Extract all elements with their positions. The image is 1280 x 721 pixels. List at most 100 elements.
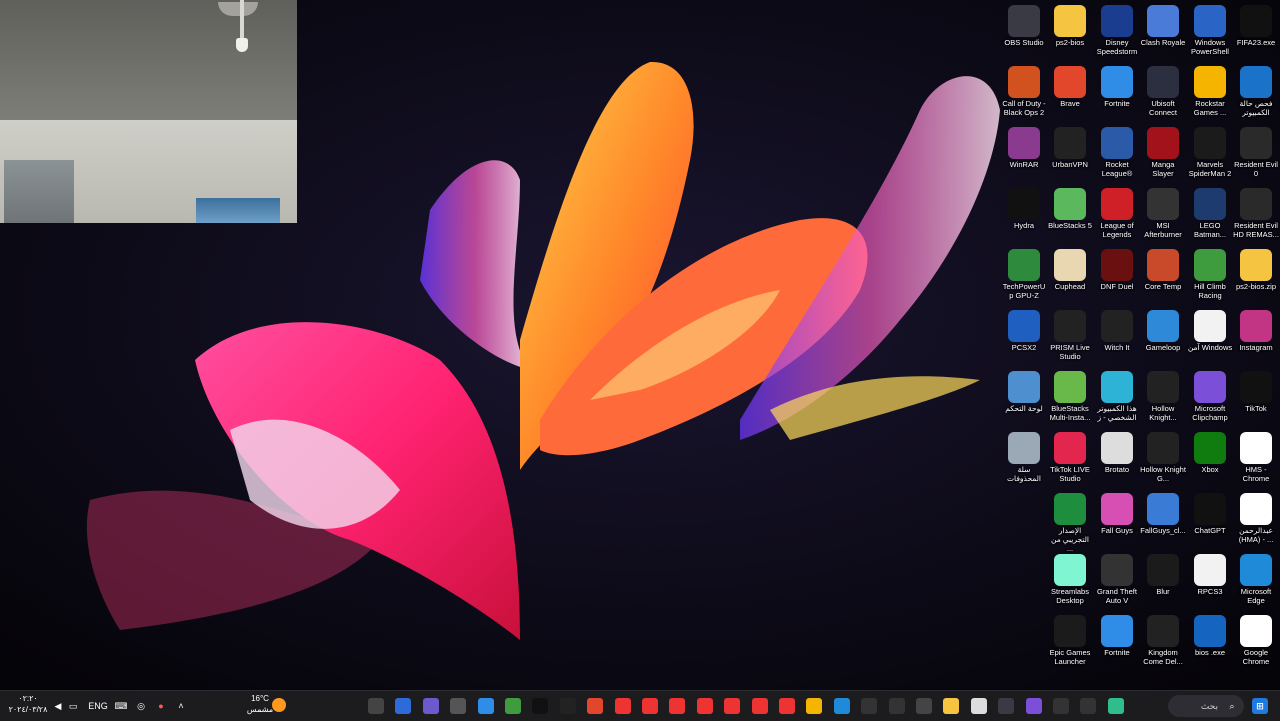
clock[interactable]: ٠٢:٢٠ ٢٠٢٤/٠٣/٢٨ [8,693,48,714]
globe-icon[interactable] [395,698,411,714]
desktop-shortcut[interactable]: Windows PowerShell [1187,2,1233,62]
desktop-shortcut[interactable]: UrbanVPN [1047,124,1093,184]
desktop-shortcut[interactable]: ChatGPT [1187,490,1233,550]
chrome-icon[interactable] [642,698,658,714]
desktop-shortcut[interactable]: سلة المحذوفات [1001,429,1047,489]
chrome-icon[interactable] [724,698,740,714]
desktop-shortcut[interactable]: Epic Games Launcher [1047,612,1093,672]
desktop-shortcut[interactable]: لوحة التحكم [1001,368,1047,428]
task-manager-icon[interactable] [889,698,905,714]
desktop-shortcut[interactable]: Call of Duty - Black Ops 2 [1001,63,1047,123]
chrome-icon[interactable] [752,698,768,714]
desktop-shortcut[interactable]: Hollow Knight... [1140,368,1186,428]
hill-climb-icon[interactable] [505,698,521,714]
keyboard-icon[interactable]: ⌨ [114,696,128,716]
desktop-shortcut[interactable]: Google Chrome [1233,612,1279,672]
network-icon[interactable]: ◎ [134,696,148,716]
desktop-shortcut[interactable]: Disney Speedstorm [1094,2,1140,62]
start-button[interactable]: ⊞ [1252,698,1268,714]
desktop-shortcut[interactable]: BlueStacks Multi-Insta... [1047,368,1093,428]
streamlabs-icon[interactable] [1108,698,1124,714]
chrome-icon[interactable] [697,698,713,714]
desktop-shortcut[interactable]: Kingdom Come Del... [1140,612,1186,672]
desktop-shortcut[interactable]: Grand Theft Auto V [1094,551,1140,611]
desktop-shortcut[interactable]: Fall Guys [1094,490,1140,550]
desktop-shortcut[interactable]: Hill Climb Racing [1187,246,1233,306]
desktop-shortcut[interactable]: HMS - Chrome [1233,429,1279,489]
desktop-shortcut[interactable]: bios .exe [1187,612,1233,672]
xbox-icon[interactable] [1080,698,1096,714]
rockstar-icon[interactable] [806,698,822,714]
desktop-shortcut[interactable]: TechPowerUp GPU-Z [1001,246,1047,306]
tiktok-icon[interactable] [532,698,548,714]
desktop-shortcut[interactable]: Fortnite [1094,612,1140,672]
desktop-shortcut[interactable]: LEGO Batman... [1187,185,1233,245]
brave-icon[interactable] [587,698,603,714]
desktop-shortcut[interactable]: League of Legends [1094,185,1140,245]
language-indicator[interactable]: ENG [86,696,110,716]
desktop-shortcut[interactable]: Ubisoft Connect [1140,63,1186,123]
desktop-shortcut[interactable]: Gameloop [1140,307,1186,367]
chevron-up-icon[interactable]: ˄ [174,696,188,716]
settings-icon[interactable] [450,698,466,714]
desktop-shortcut[interactable]: Brotato [1094,429,1140,489]
desktop-shortcut[interactable]: DNF Duel [1094,246,1140,306]
clipchamp-icon[interactable] [1026,698,1042,714]
display-icon[interactable]: ▭ [66,696,80,716]
desktop-shortcut[interactable]: MSI Afterburner [1140,185,1186,245]
urbanvpn-icon[interactable] [560,698,576,714]
chrome-icon[interactable] [669,698,685,714]
file-explorer-icon[interactable] [943,698,959,714]
desktop-shortcut[interactable]: Microsoft Edge [1233,551,1279,611]
desktop-shortcut[interactable]: Fortnite [1094,63,1140,123]
spider-app-icon[interactable] [368,698,384,714]
desktop-shortcut[interactable]: Instagram [1233,307,1279,367]
desktop-shortcut[interactable]: فحص حالة الكمبيوتر [1233,63,1279,123]
search-icon[interactable]: ⌕ [1224,696,1240,716]
desktop-shortcut[interactable]: Cuphead [1047,246,1093,306]
chrome-icon[interactable] [779,698,795,714]
desktop-shortcut[interactable]: ps2-bios.zip [1233,246,1279,306]
desktop-shortcut[interactable]: Core Temp [1140,246,1186,306]
desktop-shortcut[interactable]: Microsoft Clipchamp [1187,368,1233,428]
desktop-shortcut[interactable]: Manga Slayer [1140,124,1186,184]
desktop-shortcut[interactable]: الإصدار التجريبي من ... [1047,490,1093,553]
desktop-shortcut[interactable]: RPCS3 [1187,551,1233,611]
desktop-shortcut[interactable]: آمن Windows [1187,307,1233,367]
notification-icon[interactable]: ◀ [52,696,64,716]
fortnite-icon[interactable] [478,698,494,714]
desktop-shortcut[interactable]: Xbox [1187,429,1233,489]
desktop-shortcut[interactable]: Hydra [1001,185,1047,245]
desktop-shortcut[interactable]: عبدالرحمن (HMA) - ... [1233,490,1279,550]
notepad-icon[interactable] [971,698,987,714]
desktop-shortcut[interactable]: ps2-bios [1047,2,1093,62]
record-icon[interactable] [1053,698,1069,714]
desktop-shortcut[interactable]: TikTok LIVE Studio [1047,429,1093,489]
desktop-shortcut[interactable]: Brave [1047,63,1093,123]
desktop-shortcut[interactable]: Resident Evil HD REMAS... [1233,185,1279,245]
desktop-shortcut[interactable]: Clash Royale [1140,2,1186,62]
desktop-shortcut[interactable]: FIFA23.exe [1233,2,1279,62]
desktop-shortcut[interactable]: OBS Studio [1001,2,1047,62]
gamepad-icon[interactable] [423,698,439,714]
desktop-shortcut[interactable]: Witch It [1094,307,1140,367]
desktop-shortcut[interactable]: Marvels SpiderMan 2 [1187,124,1233,184]
desktop-shortcut[interactable]: PCSX2 [1001,307,1047,367]
desktop-shortcut[interactable]: FallGuys_cl... [1140,490,1186,550]
obs-taskbar-icon[interactable] [998,698,1014,714]
calculator-icon[interactable] [916,698,932,714]
desktop-shortcut[interactable]: هذا الكمبيوتر الشخصي - ز [1094,368,1140,428]
desktop-shortcut[interactable]: TikTok [1233,368,1279,428]
desktop-shortcut[interactable]: PRISM Live Studio [1047,307,1093,367]
edge-icon[interactable] [834,698,850,714]
chrome-icon[interactable] [615,698,631,714]
desktop-shortcut[interactable]: Streamlabs Desktop [1047,551,1093,611]
desktop-shortcut[interactable]: WinRAR [1001,124,1047,184]
microphone-icon[interactable]: ● [154,696,168,716]
desktop-shortcut[interactable]: Rocket League® [1094,124,1140,184]
desktop-shortcut[interactable]: Resident Evil 0 [1233,124,1279,184]
desktop-shortcut[interactable]: Blur [1140,551,1186,611]
desktop-shortcut[interactable]: Hollow Knight G... [1140,429,1186,489]
desktop-shortcut[interactable]: Rockstar Games ... [1187,63,1233,123]
media-player-icon[interactable] [861,698,877,714]
